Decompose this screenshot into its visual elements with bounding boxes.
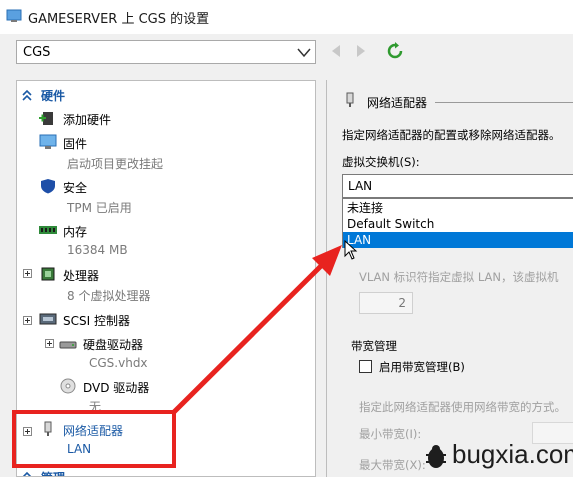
heading-divider — [435, 102, 573, 103]
tree-item-hard-drive[interactable]: 硬盘驱动器 — [83, 336, 143, 353]
bandwidth-checkbox[interactable] — [359, 360, 372, 373]
shield-icon — [41, 179, 55, 194]
network-adapter-icon — [44, 421, 52, 436]
memory-value: 16384 MB — [67, 243, 128, 257]
expand-processor-button[interactable] — [23, 269, 32, 278]
hardware-section-label: 硬件 — [41, 89, 66, 103]
security-status: TPM 已启用 — [67, 201, 132, 215]
mouse-cursor-icon — [344, 240, 358, 260]
network-adapter-panel: 网络适配器 指定网络适配器的配置或移除网络适配器。 虚拟交换机(S): LAN … — [326, 80, 573, 477]
vswitch-label: 虚拟交换机(S): — [342, 155, 420, 169]
bandwidth-checkbox-label: 启用带宽管理(B) — [379, 360, 465, 374]
network-adapter-icon — [346, 92, 354, 107]
vlan-description: VLAN 标识符指定虚拟 LAN，该虚拟机 — [359, 270, 559, 284]
panel-description: 指定网络适配器的配置或移除网络适配器。 — [342, 128, 561, 142]
tree-item-processor[interactable]: 处理器 — [63, 267, 99, 284]
management-section-label: 管理 — [41, 469, 65, 476]
next-icon[interactable] — [355, 44, 367, 58]
expand-hard-drive-button[interactable] — [45, 339, 54, 348]
watermark-text: bugxia.com — [452, 439, 573, 469]
vswitch-option-selected[interactable]: LAN — [343, 232, 573, 248]
chevron-up-icon — [22, 89, 32, 101]
hyper-v-icon — [6, 9, 22, 22]
max-bandwidth-label: 最大带宽(X): — [359, 458, 426, 472]
hard-drive-file: CGS.vhdx — [89, 356, 148, 370]
dvd-drive-value: 无 — [89, 400, 102, 414]
memory-icon — [39, 226, 57, 234]
processor-count: 8 个虚拟处理器 — [67, 289, 151, 303]
watermark: bugxia.com — [420, 437, 573, 477]
title-bar: GAMESERVER 上 CGS 的设置 — [0, 0, 573, 34]
tree-item-add-hardware[interactable]: 添加硬件 — [63, 111, 111, 128]
hardware-tree: 硬件 添加硬件 固件 启动项目更改挂起 安全 TPM 已启用 内存 16384 … — [16, 80, 316, 477]
collapse-scsi-button[interactable] — [23, 316, 32, 325]
tree-item-firmware[interactable]: 固件 — [63, 135, 87, 152]
processor-icon — [41, 267, 55, 281]
tree-item-dvd-drive[interactable]: DVD 驱动器 — [83, 379, 149, 396]
hardware-section-header[interactable]: 硬件 — [17, 85, 315, 105]
panel-heading: 网络适配器 — [367, 96, 428, 110]
tree-item-scsi-controller[interactable]: SCSI 控制器 — [63, 312, 130, 329]
tree-item-security[interactable]: 安全 — [63, 179, 87, 196]
expand-network-adapter-button[interactable] — [23, 427, 32, 436]
chevron-up-icon — [22, 471, 32, 476]
window-title: GAMESERVER 上 CGS 的设置 — [28, 12, 210, 27]
vm-selector[interactable]: CGS — [16, 40, 316, 64]
vlan-id-value: 2 — [398, 296, 406, 310]
vswitch-dropdown-value: LAN — [348, 179, 373, 193]
vm-selector-value: CGS — [23, 45, 51, 60]
vswitch-option[interactable]: 未连接 — [343, 200, 573, 216]
bug-logo-icon — [426, 445, 446, 468]
firmware-icon — [39, 134, 57, 149]
vswitch-option[interactable]: Default Switch — [343, 216, 573, 232]
chevron-down-icon — [297, 48, 311, 58]
previous-icon[interactable] — [330, 44, 342, 58]
dvd-drive-icon — [60, 378, 76, 394]
bandwidth-description: 指定此网络适配器使用网络带宽的方式。 — [359, 400, 566, 414]
vswitch-dropdown-list: 未连接 Default Switch LAN — [342, 198, 573, 248]
refresh-icon[interactable] — [386, 42, 404, 60]
tree-item-memory[interactable]: 内存 — [63, 223, 87, 240]
bandwidth-heading: 带宽管理 — [351, 339, 397, 353]
management-section-header[interactable]: 管理 — [17, 467, 315, 476]
tree-item-network-adapter[interactable]: 网络适配器 — [63, 422, 123, 439]
add-hardware-icon — [39, 112, 53, 125]
hard-drive-icon — [59, 341, 77, 349]
scsi-controller-icon — [39, 313, 57, 325]
vswitch-dropdown[interactable]: LAN — [342, 174, 573, 198]
firmware-status: 启动项目更改挂起 — [67, 157, 164, 171]
network-adapter-switch: LAN — [67, 442, 92, 456]
min-bandwidth-label: 最小带宽(I): — [359, 427, 422, 441]
vlan-id-input[interactable]: 2 — [359, 292, 413, 314]
